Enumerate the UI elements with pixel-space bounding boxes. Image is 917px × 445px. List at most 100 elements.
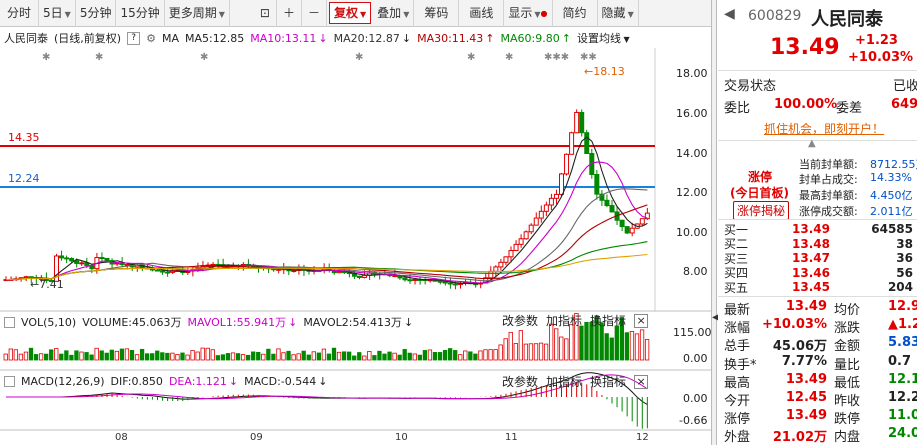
candle-body: [185, 270, 191, 273]
volume-bar: [316, 352, 322, 361]
candle-body: [508, 250, 514, 258]
stat-row: 今开 12.45 昨收 12.2: [718, 390, 917, 409]
volume-bar: [104, 352, 109, 361]
stat-row: 最新 13.49 均价 12.9: [718, 299, 917, 318]
volume-bar: [79, 351, 84, 361]
macd-tick: 0.00: [683, 392, 708, 405]
high-marker-label: ←18.13: [584, 65, 625, 78]
panel-splitter[interactable]: [711, 0, 717, 445]
bid-price: 13.49: [792, 222, 830, 236]
add-indicator-button[interactable]: 加指标: [546, 373, 582, 390]
stat-value: ▲1.2: [888, 317, 917, 333]
period-15min-tab[interactable]: 15分钟: [116, 0, 165, 27]
candle-body: [614, 211, 620, 221]
more-periods-menu[interactable]: 更多周期 ▼: [165, 0, 230, 27]
volume-bar: [442, 349, 448, 361]
add-indicator-button[interactable]: 加指标: [546, 312, 582, 329]
volume-bar: [569, 323, 574, 361]
bid-row[interactable]: 买二 13.48 38: [718, 236, 917, 252]
period-5min-tab[interactable]: 5分钟: [76, 0, 117, 27]
trade-status-value: 已收: [893, 79, 917, 94]
candle-body: [139, 264, 145, 269]
ma10-value: MA10:13.11: [250, 31, 317, 45]
volume-bar: [483, 349, 488, 361]
volume-bar: [392, 352, 397, 361]
volume-bar: [629, 331, 635, 361]
adjust-price-button[interactable]: 复权 ▼: [329, 2, 372, 24]
bid-price: 13.48: [792, 236, 830, 251]
chips-button[interactable]: 筹码: [414, 0, 460, 27]
candle-body: [200, 266, 206, 269]
volume-bar: [523, 343, 529, 361]
candle-body: [316, 269, 322, 272]
bid-volume: 38: [896, 236, 913, 251]
price-change-pct: +10.03%: [848, 50, 914, 65]
volume-bar: [311, 351, 316, 361]
arrow-down-icon: ↓: [401, 31, 412, 45]
candle-body: [109, 260, 115, 265]
expand-tab-icon[interactable]: ▲: [808, 138, 816, 149]
bid-row[interactable]: 买一 13.49 64585: [718, 222, 917, 237]
volume-bar: [185, 354, 190, 361]
seal-ratio-value: 14.33%: [870, 171, 912, 184]
date-label: 11: [505, 432, 518, 443]
candle-body: [584, 132, 590, 155]
change-params-button[interactable]: 改参数: [502, 312, 538, 329]
volume-bar: [372, 355, 377, 361]
overlay-button[interactable]: 叠加 ▼: [373, 0, 415, 27]
period-5day-tab[interactable]: 5日 ▼: [39, 0, 76, 27]
arrow-up-icon: ↑: [561, 31, 571, 45]
limit-up-reveal-button[interactable]: 涨停揭秘: [733, 201, 790, 220]
candle-body: [407, 279, 413, 282]
period-intraday-tab[interactable]: 分时: [0, 0, 40, 27]
volume-indicator-label: VOL(5,10): [21, 315, 77, 329]
candle-body: [422, 278, 428, 281]
bid-row[interactable]: 买三 13.47 36: [718, 251, 917, 266]
ma-label: MA: [161, 31, 179, 45]
candle-body: [195, 267, 201, 271]
candle-body: [155, 269, 160, 272]
arrow-down-icon: ↓: [403, 315, 414, 329]
volume-bar: [417, 354, 423, 361]
candle-body: [235, 265, 241, 268]
candle-body: [261, 266, 267, 269]
lock-icon[interactable]: ⊡: [254, 0, 277, 27]
swap-indicator-button[interactable]: 换指标: [590, 373, 626, 390]
zoom-in-icon[interactable]: ＋: [277, 0, 302, 27]
draw-line-button[interactable]: 画线: [459, 0, 505, 27]
ma-settings-button[interactable]: 设置均线 ▼: [577, 30, 630, 46]
volume-bar: [33, 354, 39, 361]
open-account-link[interactable]: 抓住机会，即刻开户！: [764, 120, 884, 137]
close-icon[interactable]: ×: [634, 374, 649, 389]
volume-bar: [225, 353, 231, 361]
swap-indicator-button[interactable]: 换指标: [590, 312, 626, 329]
close-icon[interactable]: ×: [634, 313, 649, 328]
zoom-out-icon[interactable]: －: [302, 0, 327, 27]
bid-row[interactable]: 买五 13.45 204: [718, 280, 917, 295]
candle-body: [574, 111, 580, 134]
volume-bar: [89, 354, 94, 361]
candle-body: [528, 224, 534, 233]
simple-mode-button[interactable]: 简约: [553, 0, 598, 27]
stat-label: 均价: [834, 303, 861, 318]
stat-row: 外盘 21.02万内盘 24.04: [718, 426, 917, 445]
gear-icon[interactable]: ⚙: [146, 32, 156, 45]
back-chevron-icon[interactable]: ◀: [724, 6, 735, 22]
candle-body: [114, 262, 120, 265]
volume-bar: [463, 350, 468, 361]
display-button[interactable]: 显示 ▼●: [504, 0, 553, 27]
collapse-icon[interactable]: [4, 316, 15, 328]
volume-bar: [473, 353, 478, 361]
bid-price: 13.47: [792, 251, 830, 266]
volume-bar: [296, 353, 301, 361]
date-label: 09: [250, 432, 263, 443]
help-icon[interactable]: ?: [127, 31, 141, 45]
bid-row[interactable]: 买四 13.46 56: [718, 266, 917, 281]
candle-body: [59, 255, 65, 259]
change-params-button[interactable]: 改参数: [502, 373, 538, 390]
hide-button[interactable]: 隐藏 ▼: [598, 0, 639, 27]
collapse-icon[interactable]: [4, 376, 15, 387]
moving-average-line: [5, 204, 648, 281]
candle-body: [205, 264, 211, 268]
bid-price: 13.45: [792, 280, 830, 295]
